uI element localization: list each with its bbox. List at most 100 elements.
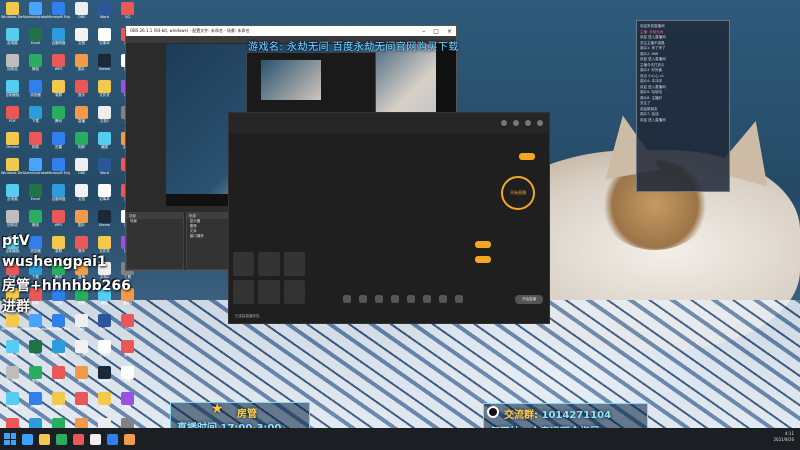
desktop-icon[interactable]: 相册 [70, 132, 93, 155]
desktop-icon[interactable]: 百度网盘 [47, 340, 70, 363]
taskbar-app-icon[interactable] [56, 433, 67, 445]
desktop-icon[interactable]: 文档2 [93, 106, 116, 129]
desktop-icon[interactable]: Microsoft Edge [47, 314, 70, 337]
close-icon[interactable]: × [447, 28, 452, 35]
desktop-icon[interactable]: 浏览器 [24, 392, 47, 415]
desktop-icon[interactable]: 此电脑 [1, 28, 24, 51]
desktop-icon[interactable]: OBS [70, 158, 93, 181]
desktop-icon[interactable]: 文件夹 [93, 392, 116, 415]
taskbar-app-icon[interactable] [39, 433, 50, 445]
desktop-icon[interactable]: Word [93, 314, 116, 337]
go-live-circle[interactable]: 开始直播 [501, 176, 535, 210]
desktop-icon[interactable]: 下载 [24, 106, 47, 129]
maximize-icon[interactable]: □ [433, 28, 439, 35]
desktop-icon[interactable]: Excel [24, 28, 47, 51]
start-live-button[interactable]: 开始直播 [515, 295, 543, 304]
desktop-icon[interactable]: 文档 [70, 340, 93, 363]
desktop-icon[interactable]: 回收站 [1, 366, 24, 389]
desktop-icon[interactable]: QQ [116, 314, 139, 337]
tool-button[interactable] [233, 280, 255, 304]
scenes-dock[interactable]: 场景 场景 [126, 212, 184, 270]
desktop-icon[interactable]: 文档 [70, 28, 93, 51]
desktop-icon[interactable]: Administrator [24, 314, 47, 337]
desktop-icon[interactable]: 音乐 [70, 392, 93, 415]
tool-button[interactable] [258, 252, 280, 276]
desktop-icon[interactable]: 微信 [24, 210, 47, 233]
desktop-icon[interactable]: 此电脑 [1, 184, 24, 207]
tool-icon[interactable] [407, 295, 415, 303]
orange-pill[interactable] [519, 153, 535, 160]
desktop-icon[interactable]: 游戏 [116, 340, 139, 363]
desktop-icon[interactable]: 截图 [93, 132, 116, 155]
desktop-icon[interactable]: 回收站 [1, 210, 24, 233]
taskbar-app-icon[interactable] [22, 433, 33, 445]
taskbar-app-icon[interactable] [90, 433, 101, 445]
desktop-icon[interactable]: 微信 [24, 54, 47, 77]
desktop-icon[interactable]: 录屏 [47, 392, 70, 415]
desktop-icon[interactable]: 迅雷 [47, 132, 70, 155]
tool-icon[interactable] [439, 295, 447, 303]
desktop-icon[interactable]: 文档 [70, 184, 93, 207]
tool-icon[interactable] [391, 295, 399, 303]
gear-icon[interactable] [525, 120, 531, 126]
obs-titlebar[interactable]: OBS 26.1.1 (64-bit, windows) - 配置文件: 未命名… [126, 26, 456, 36]
desktop-icon[interactable]: 直播 [70, 106, 93, 129]
desktop-icon[interactable]: 记事本 [93, 28, 116, 51]
tool-icon[interactable] [359, 295, 367, 303]
desktop-icon[interactable]: 文件夹 [93, 80, 116, 103]
desktop-icon[interactable]: 音乐 [70, 80, 93, 103]
desktop-icon[interactable]: WPS [47, 54, 70, 77]
desktop-icon[interactable]: WPS [47, 366, 70, 389]
desktop-icon[interactable]: OBS [70, 2, 93, 25]
desktop-icon[interactable]: Microsoft Edge [47, 2, 70, 25]
orange-pill[interactable] [475, 256, 491, 263]
desktop-icon[interactable]: 视频 [116, 392, 139, 415]
minimize-icon[interactable]: – [422, 28, 425, 35]
desktop-icon[interactable]: 图片 [70, 54, 93, 77]
desktop-icon[interactable]: OBS [70, 314, 93, 337]
desktop-icon[interactable]: Excel [24, 340, 47, 363]
bell-icon[interactable] [513, 120, 519, 126]
chat-panel[interactable]: 欢迎来到直播间 主播: 永劫无间 欢迎 进入直播间 关注主播不迷路 观众1: 来了来了观… [636, 20, 730, 192]
scene-item[interactable]: 场景 [127, 219, 183, 224]
tool-button[interactable] [283, 280, 305, 304]
desktop-icon[interactable]: 网易 [24, 132, 47, 155]
user-icon[interactable] [501, 120, 507, 126]
taskbar-app-icon[interactable] [124, 433, 135, 445]
desktop-icon[interactable]: 百度网盘 [47, 184, 70, 207]
system-clock[interactable]: 4:11 2021/9/26 [773, 431, 794, 443]
desktop-icon[interactable]: Administrator [24, 158, 47, 181]
desktop-icon[interactable]: QQ [116, 2, 139, 25]
desktop-icon[interactable]: 记事本 [93, 184, 116, 207]
tool-icon[interactable] [343, 295, 351, 303]
desktop-icon[interactable]: Word [93, 2, 116, 25]
desktop-icon[interactable]: 记事本 [93, 340, 116, 363]
desktop-icon[interactable]: Administrator [24, 2, 47, 25]
desktop-icon[interactable]: Windows Defender [1, 314, 24, 337]
desktop-icon[interactable]: Windows Defender [1, 158, 24, 181]
desktop-icon[interactable]: Microsoft Edge [47, 158, 70, 181]
tool-button[interactable] [258, 280, 280, 304]
desktop-icon[interactable]: 回收站 [1, 54, 24, 77]
desktop-icon[interactable]: Steam [93, 54, 116, 77]
orange-pill[interactable] [475, 241, 491, 248]
taskbar-app-icon[interactable] [107, 433, 118, 445]
desktop-icon[interactable]: 浏览器 [24, 80, 47, 103]
desktop-icon[interactable]: 控制面板 [1, 392, 24, 415]
desktop-icon[interactable]: 录屏 [47, 80, 70, 103]
tool-button[interactable] [283, 252, 305, 276]
tool-icon[interactable] [423, 295, 431, 303]
desktop-icon[interactable]: Steam [93, 210, 116, 233]
windows-start-icon[interactable] [4, 433, 16, 445]
live-assistant-window[interactable]: 开始直播 开始直播 已连接直播伴侣 [228, 112, 550, 324]
taskbar-app-icon[interactable] [73, 433, 84, 445]
desktop-icon[interactable]: PDF [1, 106, 24, 129]
close-icon[interactable] [537, 120, 543, 126]
desktop-icon[interactable]: 百度网盘 [47, 28, 70, 51]
desktop-icon[interactable]: 此电脑 [1, 340, 24, 363]
desktop-icon[interactable]: Windows Defender [1, 2, 24, 25]
desktop-icon[interactable]: 图片 [70, 210, 93, 233]
desktop-icon[interactable]: 控制面板 [1, 80, 24, 103]
desktop-icon[interactable]: 微信 [24, 366, 47, 389]
desktop-icon[interactable]: Steam [93, 366, 116, 389]
